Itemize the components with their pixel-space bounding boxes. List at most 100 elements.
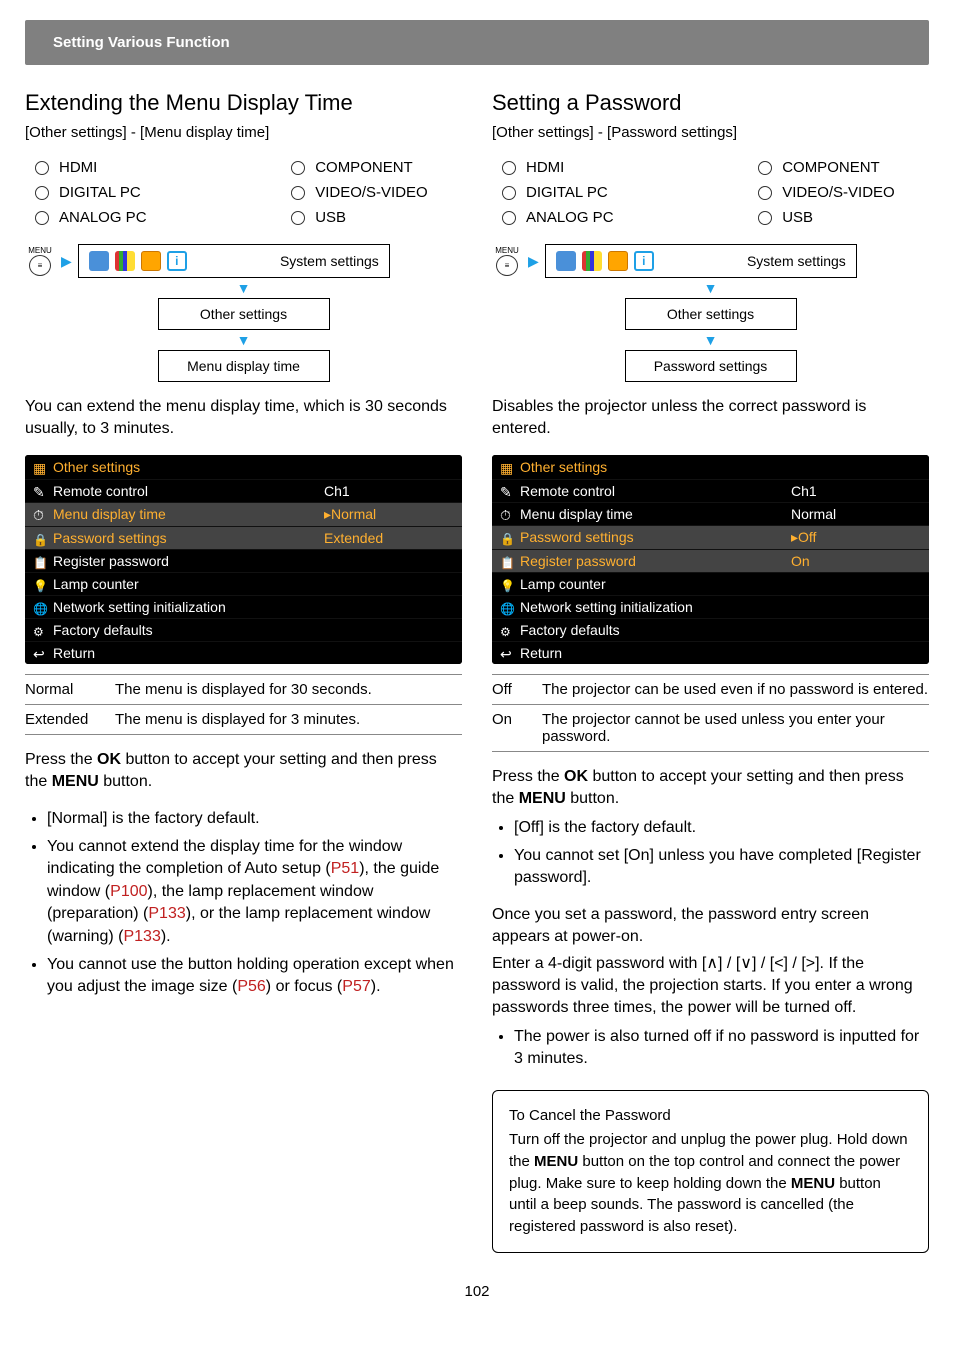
option-name: Normal [25, 681, 115, 698]
page-link[interactable]: P57 [342, 978, 370, 995]
menu-button-ref: MENU [534, 1153, 578, 1170]
radio-label: USB [315, 209, 346, 226]
osd-value: Extended [324, 530, 454, 546]
option-row: Extended The menu is displayed for 3 min… [25, 705, 462, 735]
menu-label: MENU [28, 246, 52, 255]
text-fragment: button. [99, 773, 152, 790]
radio-icon [758, 186, 772, 200]
osd-row: Remote controlCh1 [492, 479, 929, 502]
osd-label: Lamp counter [53, 576, 139, 592]
options-table: Off The projector can be used even if no… [492, 674, 929, 752]
page-link[interactable]: P133 [123, 928, 160, 945]
description-text: Disables the projector unless the correc… [492, 396, 929, 441]
radio-label: USB [782, 209, 813, 226]
nav-step-2: Menu display time [158, 350, 330, 382]
osd-row-highlighted: Password settingsExtended [25, 526, 462, 549]
menu-nav-row: MENU ≡ ▶ i System settings [25, 244, 462, 278]
osd-label: Password settings [520, 529, 634, 545]
right-column: Setting a Password [Other settings] - [P… [492, 90, 929, 1253]
option-row: Normal The menu is displayed for 30 seco… [25, 675, 462, 705]
option-desc: The menu is displayed for 3 minutes. [115, 711, 462, 728]
option-row: Off The projector can be used even if no… [492, 675, 929, 705]
list-item: The power is also turned off if no passw… [514, 1026, 929, 1071]
lamp-icon [33, 577, 47, 591]
menu-nav-row: MENU ≡ ▶ i System settings [492, 244, 929, 278]
left-heading: Extending the Menu Display Time [25, 90, 462, 116]
input-source-list: HDMI COMPONENT DIGITAL PC VIDEO/S-VIDEO … [35, 159, 462, 226]
osd-menu-screenshot: ▦Other settings Remote controlCh1 Menu d… [492, 455, 929, 664]
paragraph: Enter a 4-digit password with [∧] / [∨] … [492, 953, 929, 1020]
osd-label: Register password [53, 553, 169, 569]
factory-icon [33, 623, 47, 637]
radio-label: ANALOG PC [59, 209, 147, 226]
osd-value: On [791, 553, 921, 569]
breadcrumb: [Other settings] - [Menu display time] [25, 124, 462, 141]
page-link[interactable]: P51 [331, 860, 359, 877]
lock-icon [500, 530, 514, 544]
option-name: Off [492, 681, 542, 698]
page-link[interactable]: P100 [110, 883, 147, 900]
paragraph: Once you set a password, the password en… [492, 904, 929, 949]
input-component: COMPONENT [758, 159, 929, 176]
osd-label: Return [53, 645, 95, 661]
radio-label: DIGITAL PC [526, 184, 608, 201]
osd-row: Network setting initialization [25, 595, 462, 618]
note-title: To Cancel the Password [509, 1105, 912, 1127]
chevron-down-icon: ▼ [492, 280, 929, 296]
input-digital-pc: DIGITAL PC [35, 184, 291, 201]
register-icon [33, 554, 47, 568]
osd-label: Return [520, 645, 562, 661]
breadcrumb: [Other settings] - [Password settings] [492, 124, 929, 141]
osd-title-text: Other settings [53, 459, 140, 475]
osd-row: Lamp counter [25, 572, 462, 595]
register-icon [500, 554, 514, 568]
osd-menu-screenshot: ▦Other settings Remote controlCh1 Menu d… [25, 455, 462, 664]
page-link[interactable]: P56 [237, 978, 265, 995]
option-desc: The projector cannot be used unless you … [542, 711, 929, 745]
radio-icon [502, 186, 516, 200]
left-column: Extending the Menu Display Time [Other s… [25, 90, 462, 1253]
osd-value: Ch1 [791, 483, 921, 499]
nav-step-1: Other settings [625, 298, 797, 330]
nav-icon-2 [582, 251, 602, 271]
clock-icon [33, 507, 47, 521]
info-icon: i [167, 251, 187, 271]
menu-button-icon: MENU ≡ [25, 246, 55, 276]
network-icon [500, 600, 514, 614]
option-desc: The projector can be used even if no pas… [542, 681, 929, 698]
nav-icons-group: i [89, 251, 187, 271]
options-table: Normal The menu is displayed for 30 seco… [25, 674, 462, 735]
text-fragment: Press the [492, 768, 564, 785]
nav-icons-group: i [556, 251, 654, 271]
list-item: [Normal] is the factory default. [47, 808, 462, 830]
osd-row: Register password [25, 549, 462, 572]
factory-icon [500, 623, 514, 637]
nav-tab-label: System settings [747, 253, 846, 269]
radio-label: VIDEO/S-VIDEO [315, 184, 428, 201]
pencil-icon [500, 484, 514, 498]
chevron-down-icon: ▼ [25, 280, 462, 296]
input-analog-pc: ANALOG PC [35, 209, 291, 226]
radio-icon [758, 211, 772, 225]
osd-label: Remote control [53, 483, 148, 499]
page-number: 102 [25, 1283, 929, 1300]
radio-label: DIGITAL PC [59, 184, 141, 201]
notes-list: [Off] is the factory default.You cannot … [492, 817, 929, 890]
ok-button-ref: OK [97, 751, 121, 768]
chevron-right-icon: ▶ [528, 253, 539, 270]
nav-tab-label: System settings [280, 253, 379, 269]
input-hdmi: HDMI [35, 159, 291, 176]
input-hdmi: HDMI [502, 159, 758, 176]
radio-icon [291, 161, 305, 175]
option-name: Extended [25, 711, 115, 728]
radio-icon [758, 161, 772, 175]
chevron-down-icon: ▼ [25, 332, 462, 348]
page-link[interactable]: P133 [148, 905, 185, 922]
menu-button-ref: MENU [519, 790, 566, 807]
menu-label: MENU [495, 246, 519, 255]
list-item: You cannot set [On] unless you have comp… [514, 845, 929, 890]
network-icon [33, 600, 47, 614]
pencil-icon [33, 484, 47, 498]
osd-row-highlighted: Register passwordOn [492, 549, 929, 572]
settings-icon: ▦ [500, 460, 514, 474]
